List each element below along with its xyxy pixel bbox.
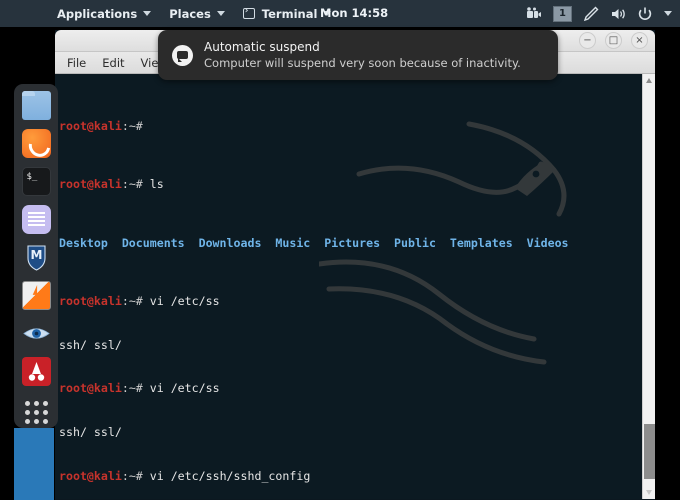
metasploit-icon[interactable]: M [22, 243, 51, 272]
notification-title: Automatic suspend [204, 40, 320, 54]
menu-applications-label: Applications [57, 6, 138, 21]
menu-terminal-label: Terminal [261, 6, 318, 21]
chevron-down-icon [143, 11, 152, 16]
prompt-colon: : [121, 381, 129, 396]
prompt-path: ~# [128, 177, 143, 192]
terminal-line: ssh/ ssl/ [59, 337, 122, 352]
prompt-path: ~# [128, 469, 143, 484]
suspend-notification[interactable]: Automatic suspend Computer will suspend … [158, 30, 558, 80]
terminal-line: root@kali:~# ls [59, 177, 655, 192]
system-tray: 1 [526, 0, 672, 27]
prompt-host: kali [93, 381, 122, 396]
prompt-colon: : [121, 177, 129, 192]
prompt-at: @ [86, 293, 94, 308]
menu-file[interactable]: File [67, 56, 86, 70]
grid-dot [33, 410, 39, 415]
svg-text:M: M [30, 248, 42, 262]
text-editor-icon[interactable] [21, 205, 51, 234]
grid-dot [33, 401, 39, 406]
maltego-icon[interactable] [21, 357, 51, 386]
terminal-line: root@kali:~# [59, 119, 655, 134]
grid-dot [24, 410, 30, 415]
terminal-line: Desktop Documents Downloads Music Pictur… [59, 235, 569, 250]
terminal-window: − □ × File Edit View root@kali:~# root@k… [55, 30, 655, 500]
prompt-host: kali [93, 177, 122, 192]
screencast-icon[interactable] [526, 6, 542, 22]
terminal-line: ssh/ ssl/ [59, 425, 122, 440]
close-button[interactable]: × [631, 32, 648, 49]
wireshark-icon[interactable] [22, 319, 51, 348]
terminal-command: vi /etc/ssh/sshd_config [149, 469, 311, 484]
scrollbar-thumb[interactable] [644, 424, 655, 479]
terminal-icon [242, 6, 255, 19]
scroll-down-arrow[interactable] [643, 486, 655, 499]
panel-clock[interactable]: Mon 14:58 [320, 0, 388, 27]
desktop-screen: Applications Places Terminal Mon 14:58 [0, 0, 680, 500]
grid-dot [42, 410, 48, 415]
volume-icon[interactable] [610, 6, 626, 22]
burpsuite-icon[interactable] [21, 281, 51, 310]
prompt-at: @ [86, 469, 94, 484]
terminal-scrollbar[interactable] [642, 74, 655, 499]
terminal-body[interactable]: root@kali:~# root@kali:~# ls Desktop Doc… [55, 74, 655, 499]
prompt-path: ~# [128, 381, 143, 396]
terminal-line: root@kali:~# vi /etc/ss [59, 381, 655, 396]
prompt-path: ~# [128, 118, 143, 133]
terminal-output: root@kali:~# root@kali:~# ls Desktop Doc… [55, 74, 655, 499]
prompt-at: @ [86, 118, 94, 133]
prompt-colon: : [121, 118, 129, 133]
top-panel: Applications Places Terminal Mon 14:58 [0, 0, 680, 27]
tray-chevron-down-icon[interactable] [664, 11, 672, 16]
show-applications-icon[interactable] [22, 398, 51, 427]
prompt-path: ~# [128, 293, 143, 308]
grid-dot [24, 419, 30, 424]
prompt-colon: : [121, 293, 129, 308]
grid-dot [33, 419, 39, 424]
scroll-up-arrow[interactable] [643, 74, 655, 87]
terminal-icon[interactable] [21, 167, 51, 196]
prompt-user: root [59, 293, 87, 308]
pen-icon[interactable] [583, 6, 599, 22]
terminal-line: root@kali:~# vi /etc/ss [59, 294, 655, 309]
prompt-at: @ [86, 177, 94, 192]
prompt-host: kali [93, 293, 122, 308]
files-icon[interactable] [21, 91, 51, 120]
minimize-button[interactable]: − [579, 32, 596, 49]
prompt-at: @ [86, 381, 94, 396]
terminal-command: vi /etc/ss [149, 293, 220, 308]
menu-edit[interactable]: Edit [102, 56, 124, 70]
suspend-notification-icon [172, 44, 193, 66]
prompt-user: root [59, 381, 87, 396]
prompt-user: root [59, 118, 87, 133]
grid-dot [42, 401, 48, 406]
prompt-host: kali [93, 469, 122, 484]
power-icon[interactable] [637, 6, 653, 22]
maximize-button[interactable]: □ [605, 32, 622, 49]
prompt-user: root [59, 469, 87, 484]
prompt-user: root [59, 177, 87, 192]
notification-text: Automatic suspend Computer will suspend … [204, 40, 521, 70]
menu-places[interactable]: Places [160, 0, 234, 27]
menu-places-label: Places [169, 6, 211, 21]
desktop-background-strip [14, 428, 58, 500]
firefox-icon[interactable] [21, 129, 51, 158]
menu-applications[interactable]: Applications [48, 0, 160, 27]
terminal-line: root@kali:~# vi /etc/ssh/sshd_config [59, 469, 655, 484]
workspace-indicator[interactable]: 1 [553, 5, 572, 22]
window-controls: − □ × [579, 32, 648, 49]
terminal-command: ls [149, 177, 164, 192]
terminal-command: vi /etc/ss [149, 381, 220, 396]
notification-body: Computer will suspend very soon because … [204, 56, 521, 70]
prompt-colon: : [121, 469, 129, 484]
chevron-down-icon [216, 11, 225, 16]
grid-dot [24, 401, 30, 406]
prompt-host: kali [93, 118, 122, 133]
favorites-dock: M [14, 84, 58, 428]
grid-dot [42, 419, 48, 424]
